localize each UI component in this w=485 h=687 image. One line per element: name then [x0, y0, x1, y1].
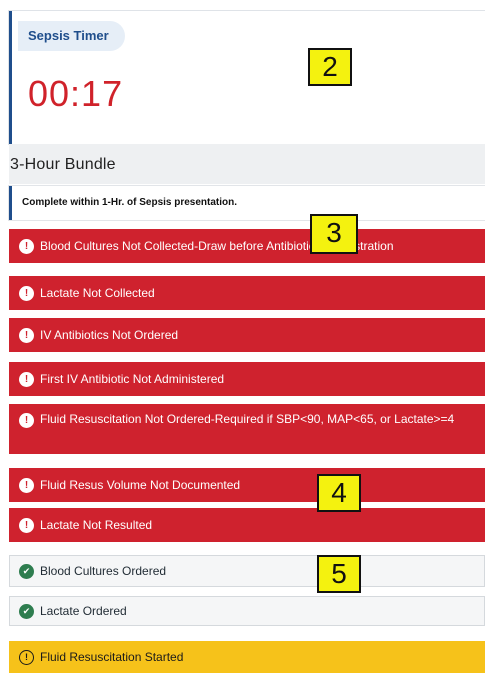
bundle-item-label: First IV Antibiotic Not Administered	[40, 372, 225, 386]
bundle-item-label: IV Antibiotics Not Ordered	[40, 328, 179, 342]
exclamation-circle-icon: !	[19, 477, 34, 493]
exclamation-circle-icon: !	[19, 238, 34, 254]
bundle-item-lactate-not-resulted[interactable]: ! Lactate Not Resulted	[9, 508, 485, 542]
callout-number: 3	[310, 214, 358, 254]
exclamation-circle-icon: !	[19, 413, 34, 428]
bundle-item-first-iv-antibiotic-not-administered[interactable]: ! First IV Antibiotic Not Administered	[9, 362, 485, 396]
bundle-item-iv-antibiotics-not-ordered[interactable]: ! IV Antibiotics Not Ordered	[9, 318, 485, 352]
bundle-item-label: Fluid Resuscitation Started	[40, 650, 184, 664]
bundle-item-fluid-resuscitation-not-ordered[interactable]: ! Fluid Resuscitation Not Ordered-Requir…	[9, 404, 485, 454]
callout-number: 4	[317, 474, 361, 512]
check-circle-icon: ✔	[19, 563, 34, 579]
bundle-item-blood-cultures-not-collected[interactable]: ! Blood Cultures Not Collected-Draw befo…	[9, 229, 485, 263]
bundle-item-lactate-ordered[interactable]: ✔ Lactate Ordered	[9, 596, 485, 626]
sepsis-timer-value: 00:17	[28, 73, 124, 114]
bundle-item-label: Blood Cultures Ordered	[40, 564, 167, 578]
exclamation-circle-icon: !	[19, 371, 34, 387]
bundle-item-label: Lactate Not Resulted	[40, 518, 153, 532]
bundle-item-lactate-not-collected[interactable]: ! Lactate Not Collected	[9, 276, 485, 310]
bundle-item-label: Lactate Ordered	[40, 604, 127, 618]
warning-circle-icon: !	[19, 649, 34, 665]
check-circle-icon: ✔	[19, 603, 34, 619]
bundle-item-blood-cultures-ordered[interactable]: ✔ Blood Cultures Ordered	[9, 555, 485, 587]
sepsis-timer-card: Sepsis Timer 00:17	[9, 11, 485, 144]
sepsis-timer-label: Sepsis Timer	[18, 21, 125, 51]
bundle-item-label: Lactate Not Collected	[40, 286, 155, 300]
exclamation-circle-icon: !	[19, 517, 34, 533]
exclamation-circle-icon: !	[19, 285, 34, 301]
bundle-item-fluid-resuscitation-started[interactable]: ! Fluid Resuscitation Started	[9, 641, 485, 673]
bundle-item-fluid-resus-volume-not-documented[interactable]: ! Fluid Resus Volume Not Documented	[9, 468, 485, 502]
bundle-item-label: Fluid Resus Volume Not Documented	[40, 478, 241, 492]
callout-number: 5	[317, 555, 361, 593]
bundle-note: Complete within 1-Hr. of Sepsis presenta…	[9, 186, 485, 220]
bundle-title: 3-Hour Bundle	[9, 144, 485, 184]
bundle-item-label: Fluid Resuscitation Not Ordered-Required…	[40, 412, 455, 426]
callout-number: 2	[308, 48, 352, 86]
exclamation-circle-icon: !	[19, 327, 34, 343]
